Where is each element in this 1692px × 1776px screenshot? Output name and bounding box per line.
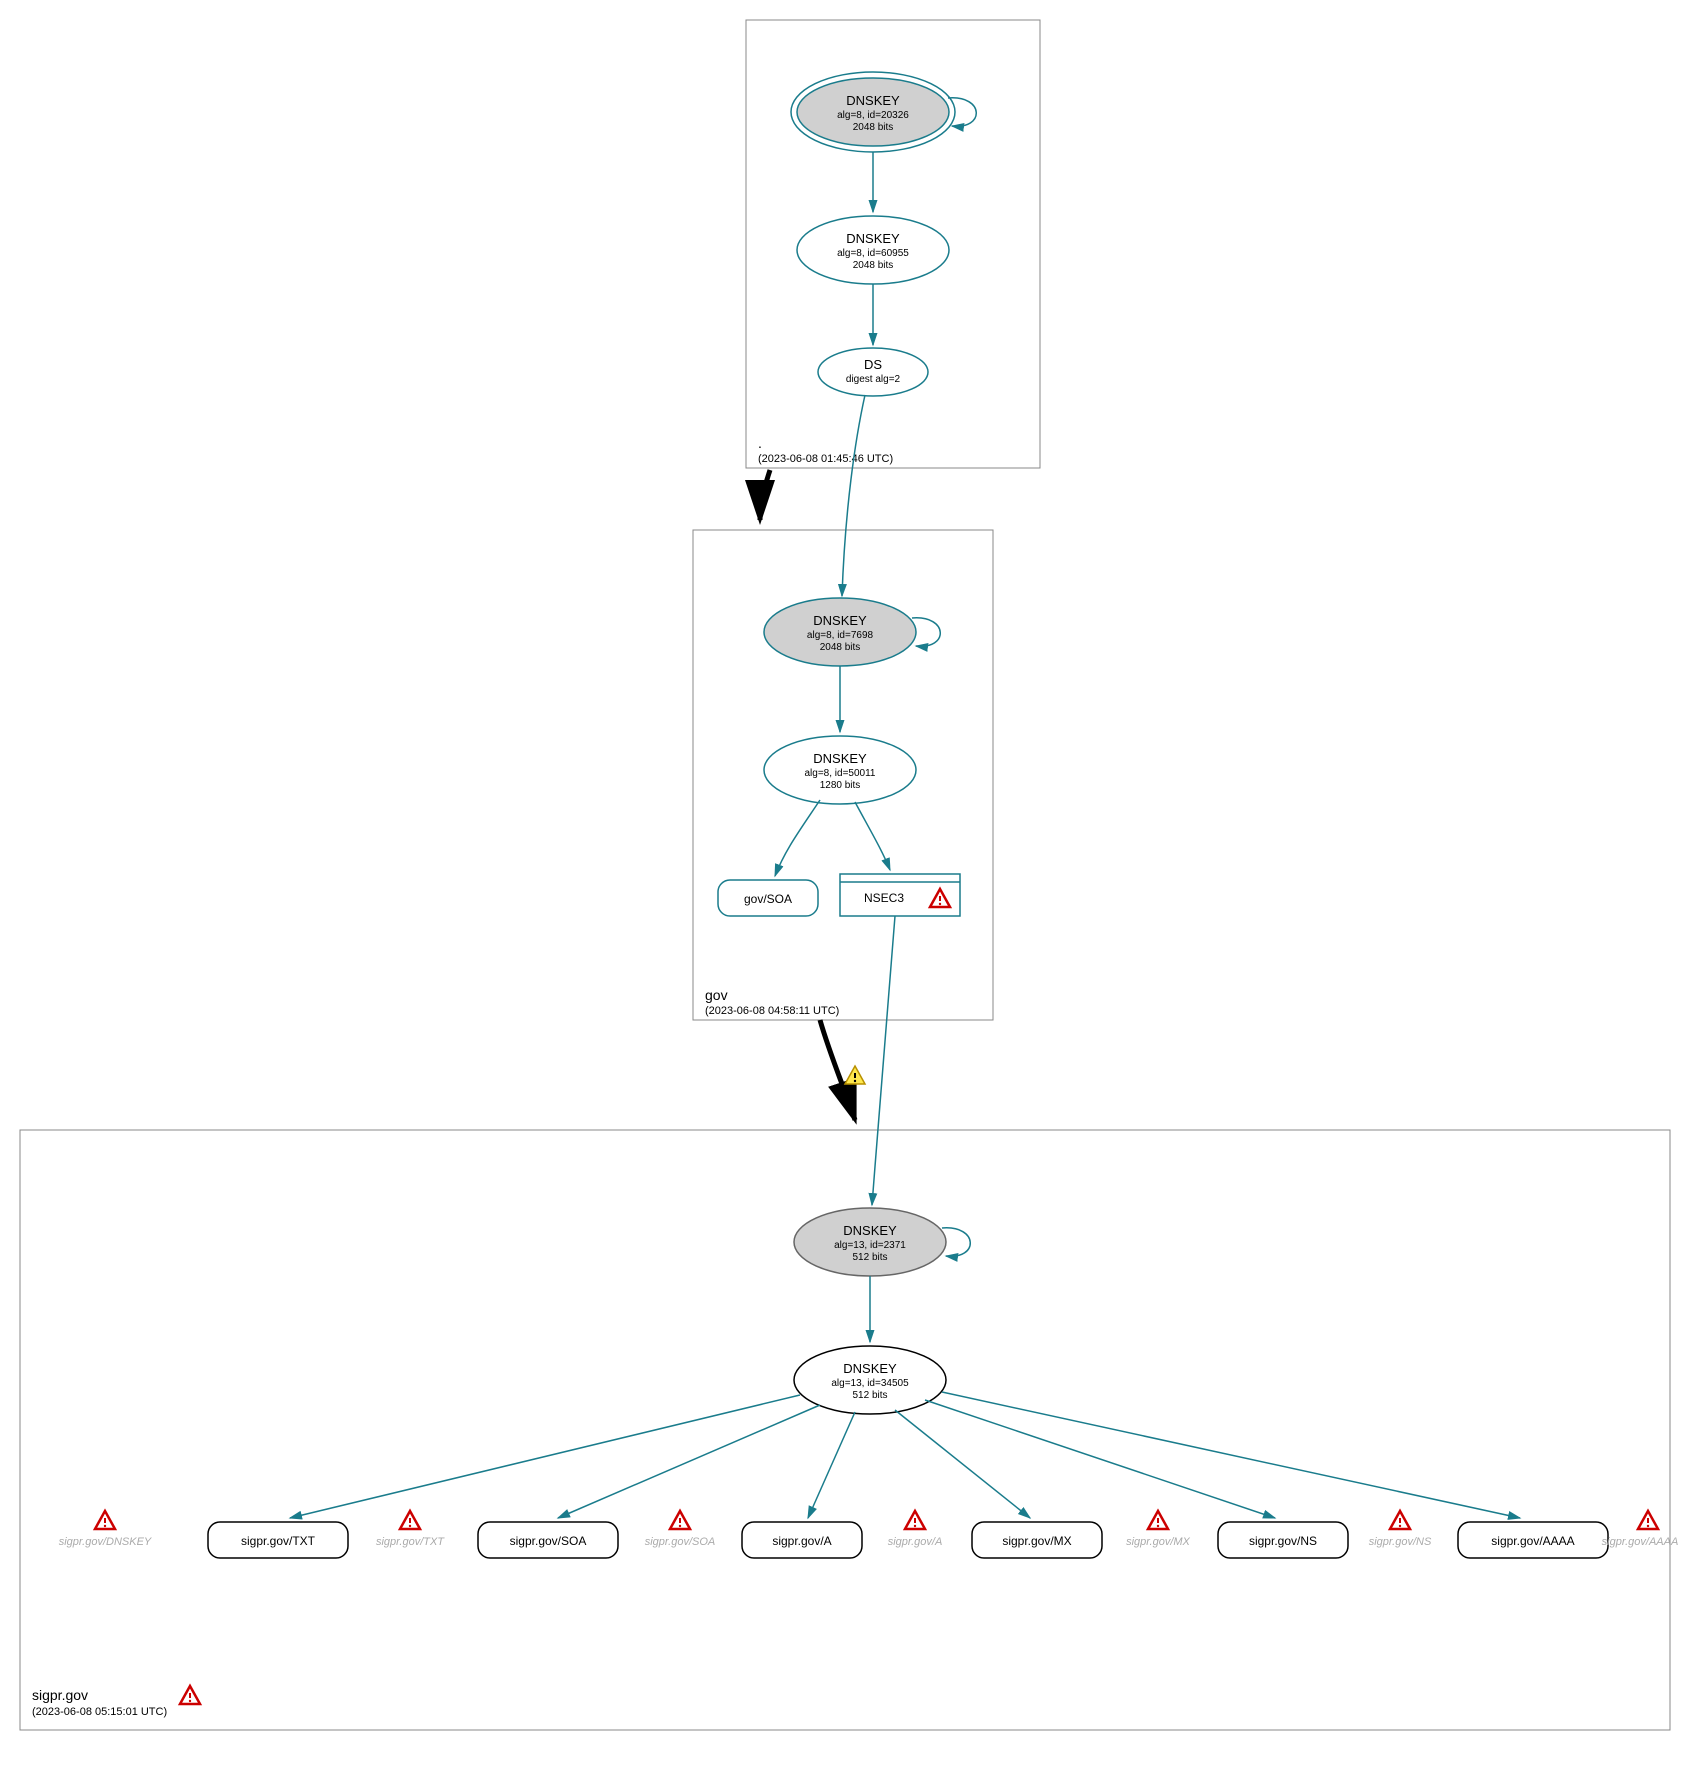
warning-icon	[400, 1511, 420, 1529]
root-ds-title: DS	[864, 357, 882, 372]
gov-ksk-l1: alg=8, id=7698	[807, 630, 874, 641]
gov-zsk-title: DNSKEY	[813, 751, 867, 766]
root-ds	[818, 348, 928, 396]
nodata-sigpr-txt: sigpr.gov/TXT	[376, 1536, 445, 1548]
gov-zsk-l2: 1280 bits	[820, 780, 861, 791]
edge-ds-govksk	[842, 395, 865, 596]
root-zsk-l2: 2048 bits	[853, 260, 894, 271]
gov-nsec3: NSEC3	[840, 874, 960, 916]
nodata-sigpr-mx: sigpr.gov/MX	[1126, 1536, 1190, 1548]
root-zsk-l1: alg=8, id=60955	[837, 248, 909, 259]
warning-icon	[1148, 1511, 1168, 1529]
sigpr-ksk-title: DNSKEY	[843, 1223, 897, 1238]
edge-zsk-txt	[290, 1395, 800, 1518]
nodata-sigpr-soa: sigpr.gov/SOA	[645, 1536, 716, 1548]
warning-icon	[1390, 1511, 1410, 1529]
gov-ksk-l2: 2048 bits	[820, 642, 861, 653]
rr-sigpr-ns-label: sigpr.gov/NS	[1249, 1534, 1317, 1548]
rr-sigpr-a-label: sigpr.gov/A	[772, 1534, 831, 1548]
rr-sigpr-soa-label: sigpr.gov/SOA	[510, 1534, 587, 1548]
nodata-sigpr-aaaa: sigpr.gov/AAAA	[1602, 1536, 1679, 1548]
zone-sigpr-label: sigpr.gov	[32, 1687, 88, 1703]
edge-gov-sigpr-delegation	[820, 1020, 855, 1120]
warning-icon	[845, 1066, 865, 1084]
warning-icon	[95, 1511, 115, 1529]
gov-zsk-l1: alg=8, id=50011	[805, 768, 876, 779]
edge-govzsk-nsec3	[855, 802, 890, 870]
sigpr-zsk-l1: alg=13, id=34505	[831, 1378, 909, 1389]
edge-govzsk-govsoa	[775, 800, 820, 876]
edge-zsk-a	[808, 1412, 855, 1518]
edge-nsec3-sigprksk	[872, 916, 895, 1205]
edge-zsk-aaaa	[942, 1392, 1520, 1518]
edge-zsk-ns	[925, 1400, 1275, 1518]
edge-zsk-mx	[895, 1410, 1030, 1518]
root-ds-l1: digest alg=2	[846, 374, 901, 385]
gov-ksk-title: DNSKEY	[813, 613, 867, 628]
root-ksk-l2: 2048 bits	[853, 122, 894, 133]
gov-nsec3-label: NSEC3	[864, 891, 904, 905]
zone-sigpr-ts: (2023-06-08 05:15:01 UTC)	[32, 1706, 167, 1718]
gov-soa-label: gov/SOA	[744, 892, 792, 906]
zone-root-ts: (2023-06-08 01:45:46 UTC)	[758, 453, 893, 465]
warning-icon	[180, 1686, 200, 1704]
sigpr-ksk-l1: alg=13, id=2371	[834, 1240, 906, 1251]
warning-icon	[905, 1511, 925, 1529]
nodata-sigpr-dnskey: sigpr.gov/DNSKEY	[59, 1536, 152, 1548]
rr-sigpr-mx-label: sigpr.gov/MX	[1002, 1534, 1071, 1548]
zone-gov-label: gov	[705, 987, 728, 1003]
zone-root-label: .	[758, 435, 762, 451]
edge-root-gov-delegation	[760, 470, 770, 520]
sigpr-zsk-l2: 512 bits	[852, 1390, 887, 1401]
sigpr-zsk-title: DNSKEY	[843, 1361, 897, 1376]
root-ksk-l1: alg=8, id=20326	[837, 110, 909, 121]
root-ksk-title: DNSKEY	[846, 93, 900, 108]
warning-icon	[1638, 1511, 1658, 1529]
rr-sigpr-aaaa-label: sigpr.gov/AAAA	[1491, 1534, 1574, 1548]
dnssec-diagram: . (2023-06-08 01:45:46 UTC) DNSKEY alg=8…	[0, 0, 1692, 1776]
warning-icon	[670, 1511, 690, 1529]
root-zsk-title: DNSKEY	[846, 231, 900, 246]
zone-gov-ts: (2023-06-08 04:58:11 UTC)	[705, 1005, 839, 1017]
sigpr-ksk-l2: 512 bits	[852, 1252, 887, 1263]
nodata-sigpr-ns: sigpr.gov/NS	[1369, 1536, 1432, 1548]
rr-sigpr-txt-label: sigpr.gov/TXT	[241, 1534, 316, 1548]
nodata-sigpr-a: sigpr.gov/A	[888, 1536, 943, 1548]
